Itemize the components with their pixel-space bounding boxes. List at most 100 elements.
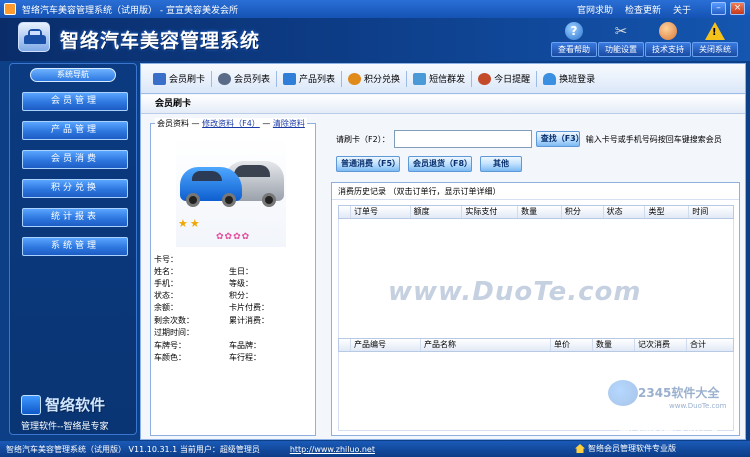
flowers-decoration: ✿✿✿✿ <box>216 232 251 242</box>
edit-member-link[interactable]: 修改资料（F4） <box>202 119 260 128</box>
sidebar-item-product-management[interactable]: 产品管理 <box>22 121 128 140</box>
order-grid-header: 订单号 额度 实际支付 数量 积分 状态 类型 时间 <box>338 205 734 219</box>
version-info: 智络汽车美容管理系统（试用版） V11.10.31.1 当前用户：超级管理员 <box>6 444 260 454</box>
field-remaining-times: 剩余次数： <box>154 316 194 325</box>
toolbar-reminder[interactable]: 今日提醒 <box>472 68 536 90</box>
toolbar-label: 会员刷卡 <box>169 75 206 85</box>
col-total[interactable]: 合计 <box>687 339 733 351</box>
sidebar-item-member-consumption[interactable]: 会员消费 <box>22 150 128 169</box>
sidebar-item-reports[interactable]: 统计报表 <box>22 208 128 227</box>
swipe-label: 请刷卡（F2）： <box>336 134 390 144</box>
col-type[interactable]: 类型 <box>645 206 690 218</box>
exit-system-button[interactable]: ! 关闭系统 <box>692 21 738 59</box>
toolbar-shift-login[interactable]: 换班登录 <box>537 68 601 90</box>
watermark-center: www.DuoTe.com <box>388 277 642 307</box>
sidebar-header: 系统导航 <box>30 68 116 82</box>
warning-icon: ! <box>705 22 725 40</box>
field-name: 姓名： <box>154 267 178 276</box>
sidebar-item-system-management[interactable]: 系统管理 <box>22 237 128 256</box>
menu-about[interactable]: 关于 <box>673 3 691 16</box>
watermark-brand-block: 2345软件大全 www.DuoTe.com 国内最安全的软件站 <box>603 378 748 438</box>
close-button[interactable]: × <box>730 2 745 15</box>
col-product-code[interactable]: 产品编号 <box>351 339 421 351</box>
product-list-icon <box>283 72 297 85</box>
toolbar-sms[interactable]: 短信群发 <box>407 68 471 90</box>
status-right-text: 智络会员管理软件专业版 <box>588 444 676 453</box>
exit-system-label: 关闭系统 <box>692 42 738 57</box>
menu-help-online[interactable]: 官网求助 <box>577 3 613 16</box>
sidebar: 系统导航 会员管理 产品管理 会员消费 积分兑换 统计报表 系统管理 智络软件 … <box>9 63 137 435</box>
field-total-spent: 累计消费： <box>229 316 269 325</box>
col-quantity[interactable]: 数量 <box>518 206 562 218</box>
col-product-name[interactable]: 产品名称 <box>421 339 551 351</box>
toolbar-label: 今日提醒 <box>494 75 531 85</box>
field-birthday: 生日： <box>229 267 253 276</box>
field-level: 等级： <box>229 279 253 288</box>
brand-block: 智络软件 管理软件--智络是专家 <box>21 394 133 432</box>
col-detail-quantity[interactable]: 数量 <box>593 339 635 351</box>
clear-member-link[interactable]: 清除资料 <box>273 119 305 128</box>
action-buttons: 普通消费（F5） 会员退货（F8） 其他 <box>336 156 522 172</box>
member-photo: ★★ ✿✿✿✿ <box>176 137 286 247</box>
toolbar-product-list[interactable]: 产品列表 <box>277 68 341 90</box>
shift-login-icon <box>543 72 557 85</box>
title-bar: 智络汽车美容管理系统（试用版） - 宣宣美容美发会所 官网求助 检查更新 关于 … <box>0 0 750 18</box>
card-swipe-icon <box>153 72 166 85</box>
field-card-no: 卡号： <box>154 255 178 264</box>
watermark-site: www.DuoTe.com <box>669 402 727 410</box>
col-count-consume[interactable]: 记次消费 <box>635 339 687 351</box>
toolbar-member-list[interactable]: 会员列表 <box>212 68 276 90</box>
website-link[interactable]: http://www.zhiluo.net <box>290 445 375 454</box>
field-car-brand: 车品牌： <box>229 341 261 350</box>
status-bar: 智络汽车美容管理系统（试用版） V11.10.31.1 当前用户：超级管理员 h… <box>0 441 750 457</box>
brand-logo-icon <box>21 394 41 415</box>
support-button[interactable]: 技术支持 <box>645 21 691 59</box>
window-title: 智络汽车美容管理系统（试用版） - 宣宣美容美发会所 <box>22 5 238 16</box>
sidebar-item-member-management[interactable]: 会员管理 <box>22 92 128 111</box>
col-actual-paid[interactable]: 实际支付 <box>462 206 519 218</box>
member-refund-button[interactable]: 会员退货（F8） <box>408 156 472 172</box>
normal-consume-button[interactable]: 普通消费（F5） <box>336 156 400 172</box>
toolbar-card-swipe[interactable]: 会员刷卡 <box>147 68 211 90</box>
sms-icon <box>413 72 427 85</box>
settings-button[interactable]: ✂ 功能设置 <box>598 21 644 59</box>
col-unit-price[interactable]: 单价 <box>551 339 593 351</box>
menu-check-update[interactable]: 检查更新 <box>625 3 661 16</box>
brand-slogan: 管理软件--智络是专家 <box>21 422 109 432</box>
toolbar: 会员刷卡 会员列表 产品列表 积分兑换 短信群发 今日提醒 换班登录 <box>141 64 745 94</box>
col-amount[interactable]: 额度 <box>411 206 463 218</box>
col-points[interactable]: 积分 <box>562 206 604 218</box>
card-search-input[interactable] <box>393 130 532 148</box>
toolbar-label: 积分兑换 <box>364 75 401 85</box>
col-time[interactable]: 时间 <box>689 206 733 218</box>
sidebar-item-points-exchange[interactable]: 积分兑换 <box>22 179 128 198</box>
settings-label: 功能设置 <box>598 42 644 57</box>
watermark-brand: 2345软件大全 <box>638 386 720 400</box>
status-right: 智络会员管理软件专业版 <box>575 443 676 454</box>
member-legend: 会员资料 — 修改资料（F4） — 清除资料 <box>155 118 307 129</box>
toolbar-points-exchange[interactable]: 积分兑换 <box>342 68 406 90</box>
search-button[interactable]: 查找（F3） <box>535 131 584 147</box>
minimize-button[interactable]: – <box>711 2 726 15</box>
help-button[interactable]: ? 查看帮助 <box>551 21 597 59</box>
toolbar-label: 产品列表 <box>299 75 336 85</box>
support-label: 技术支持 <box>645 42 691 57</box>
col-status[interactable]: 状态 <box>604 206 646 218</box>
field-expire-time: 过期时间： <box>154 328 194 337</box>
app-icon <box>4 3 16 15</box>
support-icon <box>659 22 677 40</box>
col-order-no[interactable]: 订单号 <box>351 206 411 218</box>
field-phone: 手机： <box>154 279 178 288</box>
member-list-icon <box>218 72 232 85</box>
member-legend-label: 会员资料 <box>157 119 189 128</box>
section-title: 会员刷卡 <box>141 95 745 114</box>
field-mileage: 车行程： <box>229 353 261 362</box>
reminder-icon <box>478 72 492 85</box>
brand-name: 智络软件 <box>45 396 106 414</box>
watermark-bird-icon <box>608 380 638 406</box>
help-icon: ? <box>565 22 583 40</box>
field-car-color: 车颜色： <box>154 353 186 362</box>
top-menu: 官网求助 检查更新 关于 <box>577 3 691 16</box>
other-button[interactable]: 其他 <box>480 156 522 172</box>
detail-grid-header: 产品编号 产品名称 单价 数量 记次消费 合计 <box>338 338 734 352</box>
